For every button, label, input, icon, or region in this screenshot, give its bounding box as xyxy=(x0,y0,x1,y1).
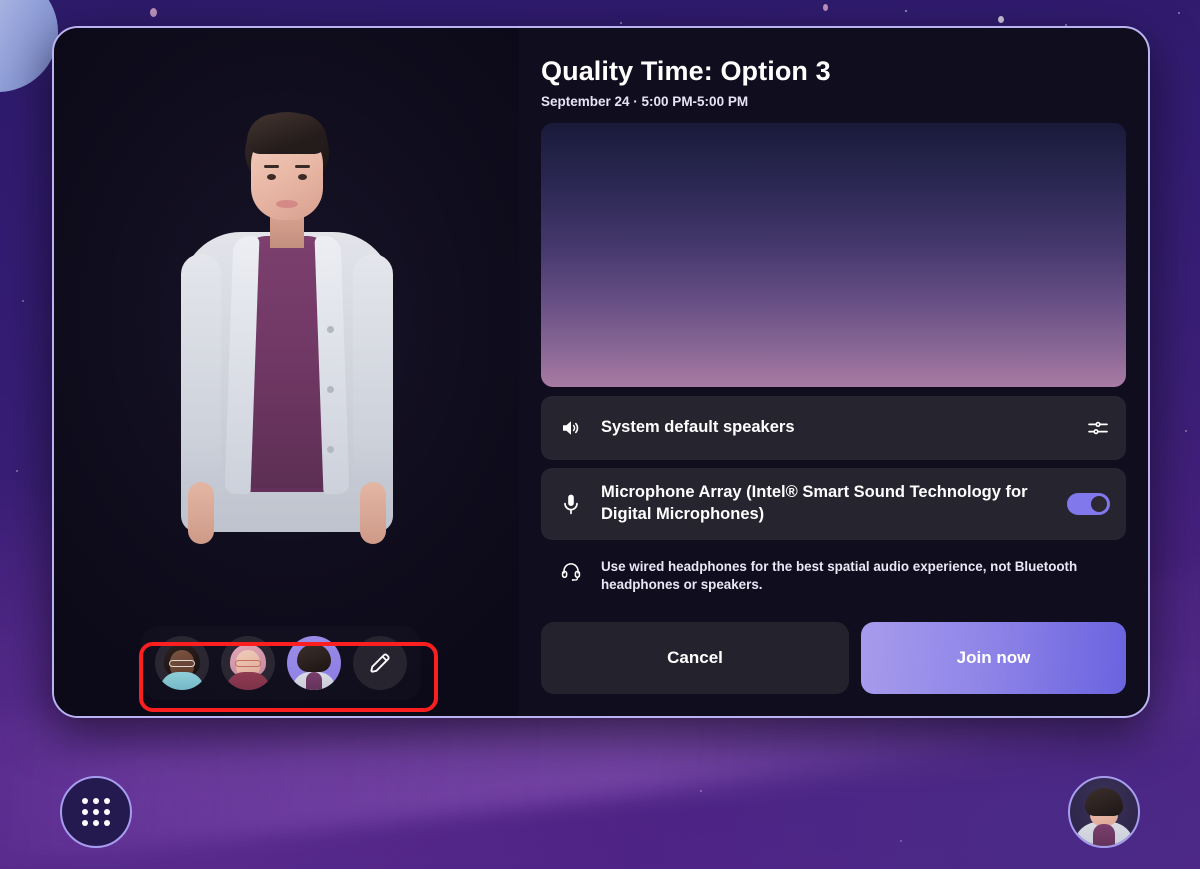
avatar-mouth xyxy=(275,200,298,208)
avatar-brow-right xyxy=(294,165,310,168)
microphone-toggle[interactable] xyxy=(1067,492,1110,515)
avatar-3d-figure xyxy=(137,86,437,606)
star xyxy=(998,16,1004,23)
microphone-icon xyxy=(557,492,585,516)
star xyxy=(150,8,157,17)
speaker-device-row[interactable]: System default speakers xyxy=(541,396,1126,460)
avatar-thumb-body xyxy=(226,672,270,690)
avatar-button xyxy=(326,446,334,453)
avatar-option-2[interactable] xyxy=(221,636,275,690)
star xyxy=(900,840,902,842)
avatar-edit-button[interactable] xyxy=(353,636,407,690)
avatar-brow-left xyxy=(263,165,279,168)
microphone-device-label: Microphone Array (Intel® Smart Sound Tec… xyxy=(601,483,1028,523)
headset-icon xyxy=(557,558,585,582)
star xyxy=(16,470,18,472)
avatar-hand-right xyxy=(359,482,386,544)
speaker-icon xyxy=(557,416,585,440)
join-meeting-dialog: Quality Time: Option 3 September 24 · 5:… xyxy=(52,26,1150,718)
avatar-option-1[interactable] xyxy=(155,636,209,690)
speaker-device-label: System default speakers xyxy=(601,418,795,437)
toggle-knob xyxy=(1091,495,1107,512)
avatar-eye-right xyxy=(297,174,307,180)
star xyxy=(905,10,907,12)
avatar-hand-left xyxy=(187,482,214,544)
avatar-thumb-glasses xyxy=(169,660,195,667)
profile-avatar-button[interactable] xyxy=(1068,776,1140,848)
star xyxy=(22,300,24,302)
planet-decoration xyxy=(0,0,58,92)
meeting-setup-pane: Quality Time: Option 3 September 24 · 5:… xyxy=(519,28,1148,716)
avatar-preview-pane xyxy=(54,28,519,716)
page-title: Quality Time: Option 3 xyxy=(541,56,831,86)
avatar-picker xyxy=(141,626,421,700)
avatar-thumb-inner-top xyxy=(306,672,322,690)
profile-avatar-hair xyxy=(1085,788,1123,816)
device-settings-list: System default speakers Microphone Array… xyxy=(541,396,1126,603)
meeting-header: Quality Time: Option 3 September 24 · 5:… xyxy=(519,56,1126,123)
pencil-icon xyxy=(370,653,390,673)
avatar-thumb-body xyxy=(160,672,204,690)
meeting-schedule: September 24 · 5:00 PM-5:00 PM xyxy=(541,94,749,109)
video-preview[interactable] xyxy=(541,123,1126,387)
avatar-eye-left xyxy=(266,174,276,180)
star xyxy=(823,4,828,11)
profile-avatar-top xyxy=(1093,824,1115,846)
dialog-actions: Cancel Join now xyxy=(541,622,1126,694)
avatar-arm-right xyxy=(352,254,393,490)
avatar-button xyxy=(326,326,334,333)
avatar-button xyxy=(326,386,334,393)
avatar-thumb-glasses xyxy=(235,660,261,667)
star xyxy=(700,790,702,792)
audio-settings-icon[interactable] xyxy=(1086,416,1110,440)
avatar-option-3[interactable] xyxy=(287,636,341,690)
join-now-button[interactable]: Join now xyxy=(861,622,1126,694)
cancel-button[interactable]: Cancel xyxy=(541,622,849,694)
avatar-hair-front xyxy=(246,114,327,154)
avatar-arm-left xyxy=(180,254,221,490)
spatial-audio-hint-text: Use wired headphones for the best spatia… xyxy=(601,558,1078,593)
microphone-device-row[interactable]: Microphone Array (Intel® Smart Sound Tec… xyxy=(541,468,1126,540)
app-background: Quality Time: Option 3 September 24 · 5:… xyxy=(0,0,1200,869)
apps-grid-icon xyxy=(82,798,110,826)
app-launcher-button[interactable] xyxy=(60,776,132,848)
star xyxy=(620,22,622,24)
star xyxy=(1178,12,1180,14)
star xyxy=(1185,430,1187,432)
spatial-audio-hint: Use wired headphones for the best spatia… xyxy=(541,548,1126,603)
